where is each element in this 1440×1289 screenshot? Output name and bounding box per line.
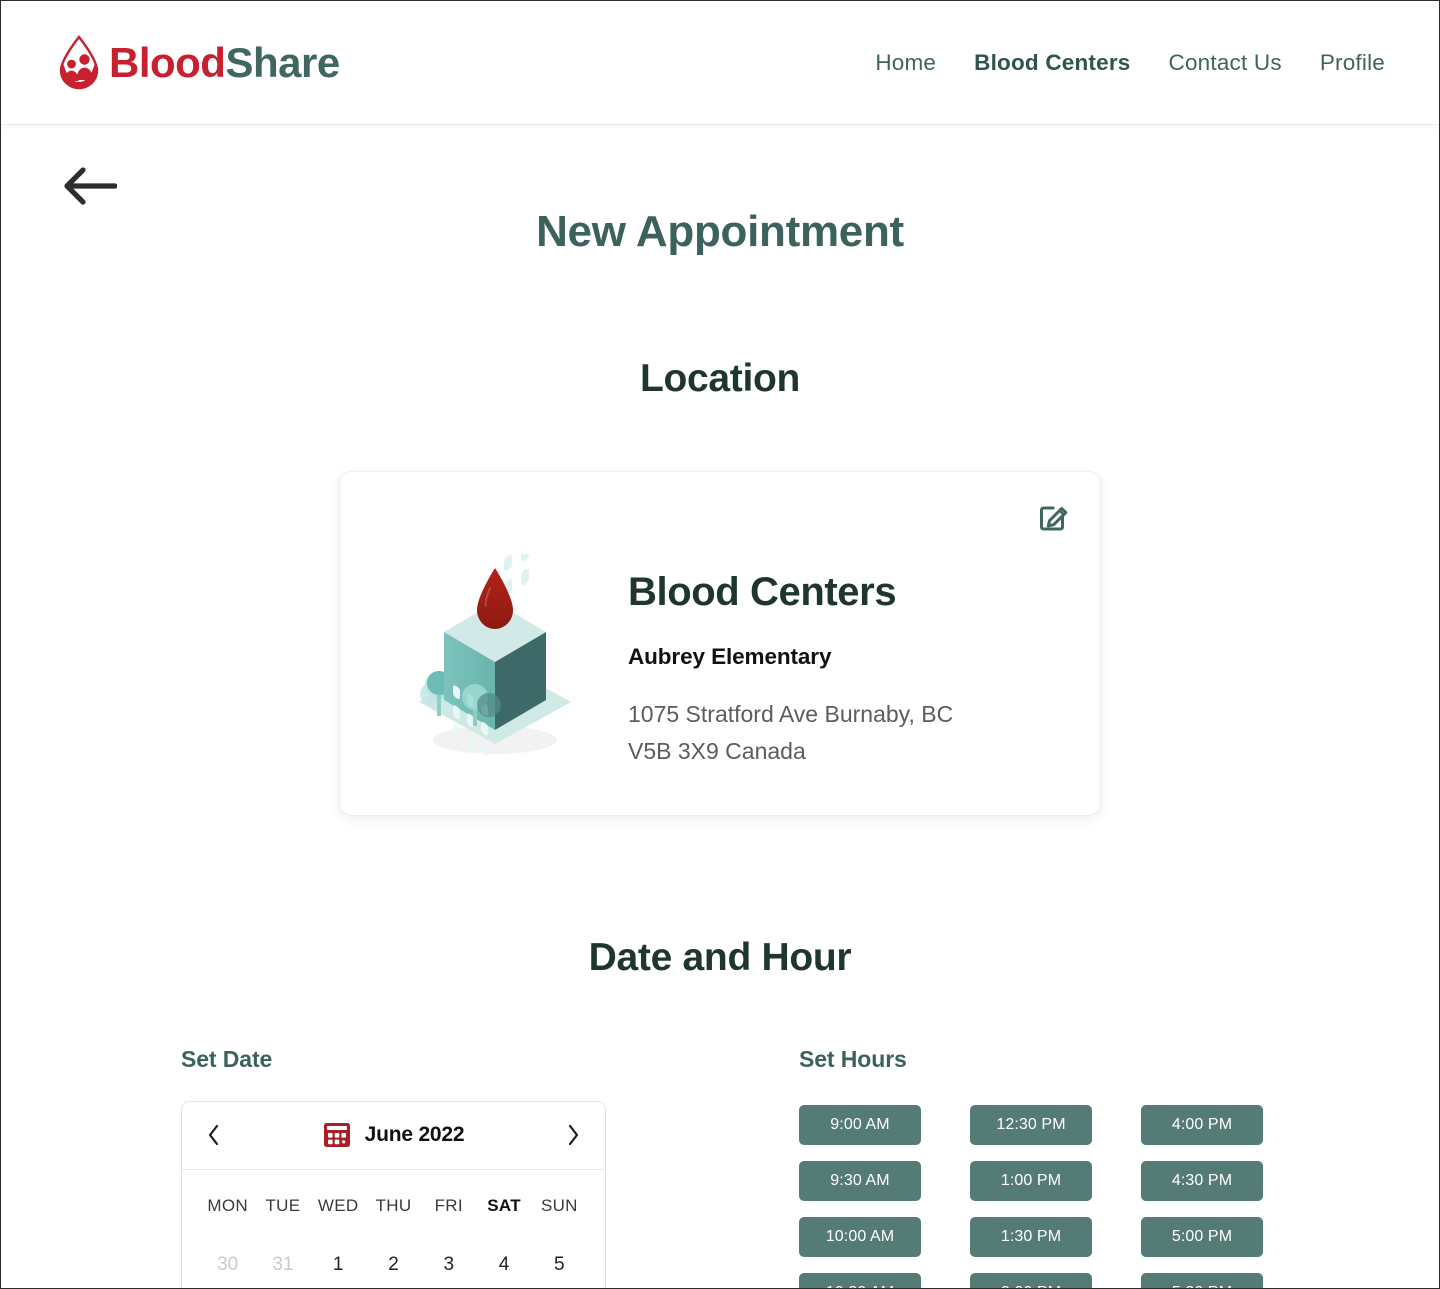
hour-slot-button[interactable]: 9:00 AM [799, 1104, 921, 1145]
edit-pencil-icon [1040, 506, 1068, 531]
location-illustration-wrap [380, 508, 610, 764]
site-header: BloodShare Home Blood Centers Contact Us… [1, 1, 1439, 125]
calendar-day[interactable]: 1 [311, 1248, 366, 1282]
calendar-icon [323, 1123, 350, 1148]
chevron-left-icon [208, 1125, 218, 1146]
calendar-next-month-button[interactable] [559, 1115, 589, 1155]
location-address: 1075 Stratford Ave Burnaby, BC V5B 3X9 C… [628, 696, 953, 771]
calendar-week-row: 30 31 1 2 3 4 5 [200, 1248, 587, 1282]
nav-item-home[interactable]: Home [875, 50, 936, 76]
calendar-month-year: June 2022 [364, 1123, 465, 1147]
weekday-sun: SUN [540, 1195, 578, 1215]
app-page: BloodShare Home Blood Centers Contact Us… [0, 0, 1440, 1289]
calendar-day: 30 [217, 1253, 239, 1275]
weekday-sat: SAT [487, 1195, 521, 1215]
weekday-fri: FRI [434, 1195, 463, 1215]
location-card-title: Blood Centers [628, 570, 897, 614]
blood-drop-people-icon [59, 34, 99, 89]
location-details: Blood Centers Aubrey Elementary 1075 Str… [610, 508, 953, 771]
nav-item-blood-centers[interactable]: Blood Centers [974, 50, 1130, 76]
hour-slot-button[interactable]: 10:00 AM [799, 1216, 921, 1257]
hour-slot-button[interactable]: 10:30 AM [799, 1272, 921, 1288]
back-button[interactable] [59, 163, 117, 209]
edit-location-button[interactable] [1034, 496, 1074, 536]
main-content: New Appointment Location Blood Centers A… [1, 125, 1439, 1288]
location-heading: Location [639, 357, 801, 400]
calendar-day: 31 [272, 1253, 294, 1275]
hour-slot-button[interactable]: 2:00 PM [970, 1272, 1092, 1288]
set-hours-column: Set Hours 9:00 AM 12:30 PM 4:00 PM 9:30 … [606, 1045, 1269, 1288]
main-navigation: Home Blood Centers Contact Us Profile [875, 50, 1385, 76]
brand-name-blood: Blood [109, 38, 226, 86]
arrow-left-icon [64, 167, 117, 205]
date-and-hour-heading: Date and Hour [588, 935, 852, 979]
set-date-label: Set Date [181, 1045, 273, 1072]
hour-slot-button[interactable]: 5:30 PM [1141, 1272, 1263, 1288]
weekday-thu: THU [375, 1195, 412, 1215]
hour-slot-button[interactable]: 5:00 PM [1141, 1216, 1263, 1257]
address-line-2: V5B 3X9 Canada [628, 738, 806, 765]
calendar-weekday-row: MON TUE WED THU FRI SAT SUN [200, 1196, 587, 1222]
hour-slot-button[interactable]: 4:30 PM [1141, 1160, 1263, 1201]
brand-name-share: Share [225, 38, 340, 86]
calendar-day[interactable]: 5 [532, 1248, 587, 1282]
calendar-header: June 2022 [182, 1102, 605, 1170]
hour-slot-button[interactable]: 4:00 PM [1141, 1104, 1263, 1145]
hour-slot-button[interactable]: 9:30 AM [799, 1160, 921, 1201]
hour-slot-button[interactable]: 1:00 PM [970, 1160, 1092, 1201]
calendar-day[interactable]: 3 [421, 1248, 476, 1282]
blood-center-building-icon [419, 554, 571, 756]
calendar-title-group: June 2022 [323, 1121, 465, 1149]
weekday-mon: MON [207, 1195, 248, 1215]
hour-slot-button[interactable]: 1:30 PM [970, 1216, 1092, 1257]
calendar-day[interactable]: 2 [366, 1248, 421, 1282]
chevron-right-icon [569, 1125, 579, 1146]
page-title: New Appointment [536, 207, 904, 256]
calendar-prev-month-button[interactable] [198, 1115, 228, 1155]
calendar-day[interactable]: 4 [476, 1248, 531, 1282]
calendar-body: MON TUE WED THU FRI SAT SUN 30 31 1 2 3 … [182, 1170, 605, 1288]
location-center-name: Aubrey Elementary [628, 644, 832, 669]
calendar-widget[interactable]: June 2022 MON TUE WED THU FRI SAT SUN 30… [181, 1100, 606, 1288]
nav-item-contact-us[interactable]: Contact Us [1169, 50, 1282, 76]
set-hours-label: Set Hours [799, 1045, 907, 1072]
hour-slot-button[interactable]: 12:30 PM [970, 1104, 1092, 1145]
brand-logo[interactable]: BloodShare [55, 34, 340, 91]
address-line-1: 1075 Stratford Ave Burnaby, BC [628, 701, 954, 727]
brand-wordmark: BloodShare [109, 38, 340, 86]
weekday-tue: TUE [265, 1195, 301, 1215]
location-card[interactable]: Blood Centers Aubrey Elementary 1075 Str… [339, 471, 1101, 816]
date-and-hour-panel: Set Date June 2022 MON TUE WED THU FRI S… [1, 1045, 1439, 1288]
weekday-wed: WED [317, 1195, 359, 1215]
set-date-column: Set Date June 2022 MON TUE WED THU FRI S… [181, 1045, 606, 1288]
hours-grid: 9:00 AM 12:30 PM 4:00 PM 9:30 AM 1:00 PM… [799, 1104, 1269, 1288]
nav-item-profile[interactable]: Profile [1320, 50, 1385, 76]
